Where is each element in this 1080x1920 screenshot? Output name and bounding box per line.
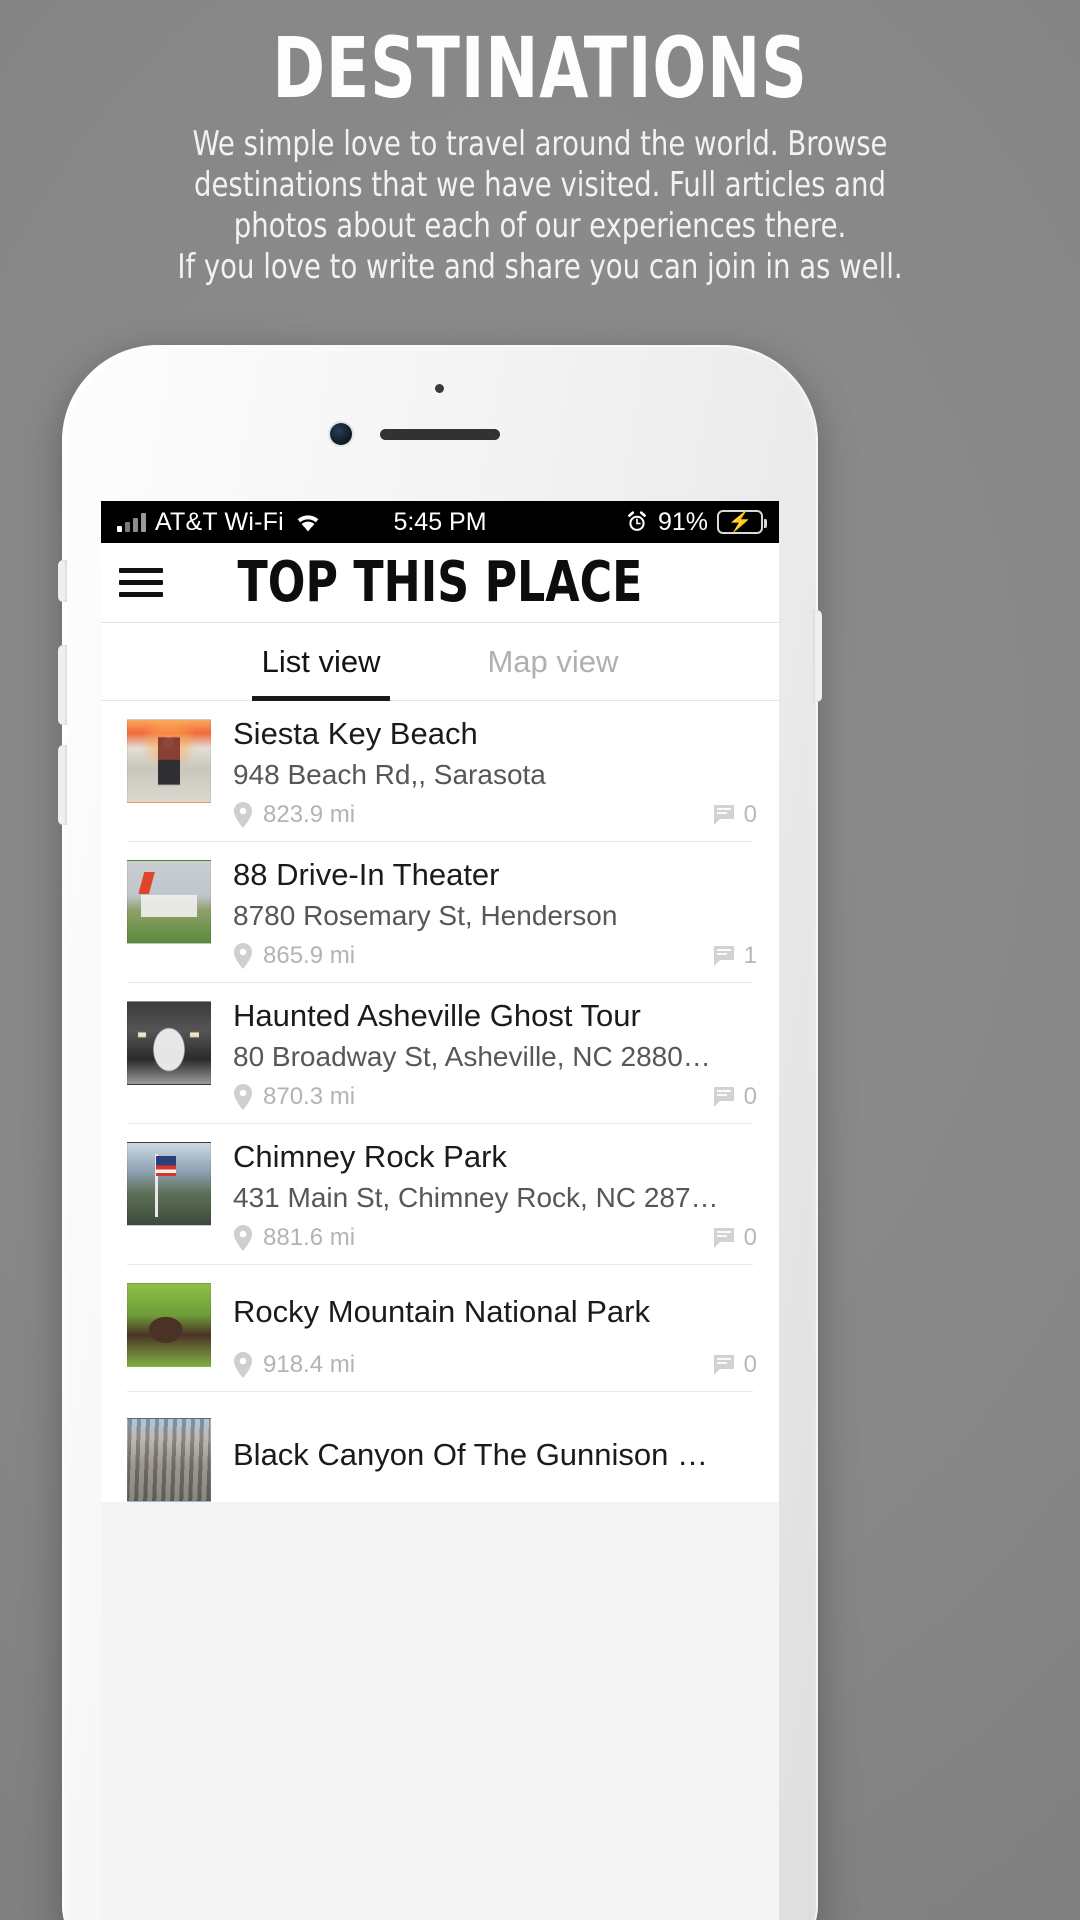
place-name: Siesta Key Beach	[233, 716, 478, 751]
status-bar-right: 91% ⚡	[625, 507, 767, 537]
status-bar: AT&T Wi-Fi 5:45 PM 91% ⚡	[101, 501, 779, 543]
comment-bubble-icon	[712, 1226, 736, 1250]
place-thumbnail	[127, 1142, 211, 1226]
list-item[interactable]: Rocky Mountain National Park 918.4 mi 0	[101, 1265, 779, 1392]
place-distance: 865.9 mi	[233, 942, 355, 970]
description-line: photos about each of our experiences the…	[233, 206, 847, 246]
hamburger-menu-icon[interactable]	[119, 568, 163, 597]
place-comments[interactable]: 0	[712, 1351, 757, 1379]
description-line: If you love to write and share you can j…	[177, 247, 903, 287]
place-thumbnail	[127, 1001, 211, 1085]
place-thumbnail	[127, 860, 211, 944]
page-description: We simple love to travel around the worl…	[54, 124, 1026, 288]
place-address: 80 Broadway St, Asheville, NC 2880…	[233, 1041, 711, 1072]
tab-map-view[interactable]: Map view	[481, 623, 624, 701]
earpiece-speaker	[380, 429, 500, 440]
place-distance: 823.9 mi	[233, 801, 355, 829]
description-line: We simple love to travel around the worl…	[192, 124, 888, 164]
app-title: TOP THIS PLACE	[237, 549, 643, 615]
list-item[interactable]: Black Canyon Of The Gunnison …	[101, 1392, 779, 1502]
place-name: 88 Drive-In Theater	[233, 857, 500, 892]
comment-bubble-icon	[712, 803, 736, 827]
place-distance: 881.6 mi	[233, 1224, 355, 1252]
wifi-icon	[293, 511, 323, 533]
place-name: Haunted Asheville Ghost Tour	[233, 998, 641, 1033]
distance-label: 870.3 mi	[263, 1083, 356, 1110]
place-comments[interactable]: 0	[712, 801, 757, 829]
places-list: Siesta Key Beach 948 Beach Rd,, Sarasota…	[101, 701, 779, 1502]
proximity-sensor-icon	[435, 384, 444, 393]
power-button[interactable]	[813, 610, 822, 702]
phone-screen: AT&T Wi-Fi 5:45 PM 91% ⚡ TOP THIS PLACE …	[101, 501, 779, 1920]
location-pin-icon	[233, 1352, 253, 1378]
place-name: Black Canyon Of The Gunnison …	[233, 1437, 709, 1472]
distance-label: 823.9 mi	[263, 801, 356, 828]
list-item[interactable]: 88 Drive-In Theater 8780 Rosemary St, He…	[101, 842, 779, 983]
alarm-clock-icon	[625, 510, 649, 534]
front-camera-icon	[330, 423, 352, 445]
location-pin-icon	[233, 1225, 253, 1251]
place-comments[interactable]: 0	[712, 1083, 757, 1111]
location-pin-icon	[233, 802, 253, 828]
distance-label: 881.6 mi	[263, 1224, 356, 1251]
volume-down-button[interactable]	[58, 745, 67, 825]
page-header: DESTINATIONS We simple love to travel ar…	[0, 0, 1080, 288]
place-address: 431 Main St, Chimney Rock, NC 287…	[233, 1182, 719, 1213]
place-comments[interactable]: 0	[712, 1224, 757, 1252]
place-comments[interactable]: 1	[712, 942, 757, 970]
signal-bars-icon	[117, 512, 146, 532]
place-thumbnail	[127, 1283, 211, 1367]
distance-label: 865.9 mi	[263, 942, 356, 969]
silent-switch[interactable]	[58, 560, 67, 602]
place-name: Chimney Rock Park	[233, 1139, 507, 1174]
comment-bubble-icon	[712, 1353, 736, 1377]
phone-mockup: AT&T Wi-Fi 5:45 PM 91% ⚡ TOP THIS PLACE …	[58, 345, 822, 1920]
place-address: 948 Beach Rd,, Sarasota	[233, 759, 546, 790]
comment-count: 0	[743, 1351, 757, 1378]
distance-label: 918.4 mi	[263, 1351, 356, 1378]
description-line: destinations that we have visited. Full …	[194, 165, 886, 205]
place-thumbnail	[127, 719, 211, 803]
location-pin-icon	[233, 1084, 253, 1110]
app-bar: TOP THIS PLACE	[101, 543, 779, 623]
comment-count: 0	[743, 1224, 757, 1251]
place-distance: 870.3 mi	[233, 1083, 355, 1111]
tab-list-view[interactable]: List view	[251, 623, 391, 701]
carrier-label: AT&T Wi-Fi	[155, 507, 284, 536]
comment-bubble-icon	[712, 944, 736, 968]
place-address: 8780 Rosemary St, Henderson	[233, 900, 618, 931]
comment-bubble-icon	[712, 1085, 736, 1109]
comment-count: 0	[743, 1083, 757, 1110]
comment-count: 1	[743, 942, 757, 969]
battery-charging-icon: ⚡	[717, 510, 767, 534]
volume-up-button[interactable]	[58, 645, 67, 725]
location-pin-icon	[233, 943, 253, 969]
place-name: Rocky Mountain National Park	[233, 1294, 650, 1329]
page-title: DESTINATIONS	[272, 19, 808, 117]
battery-percent-label: 91%	[657, 507, 708, 536]
list-item[interactable]: Chimney Rock Park 431 Main St, Chimney R…	[101, 1124, 779, 1265]
place-thumbnail	[127, 1418, 211, 1502]
view-tabs: List view Map view	[101, 623, 779, 701]
list-item[interactable]: Haunted Asheville Ghost Tour 80 Broadway…	[101, 983, 779, 1124]
list-item[interactable]: Siesta Key Beach 948 Beach Rd,, Sarasota…	[101, 701, 779, 842]
status-bar-left: AT&T Wi-Fi	[117, 508, 323, 537]
place-distance: 918.4 mi	[233, 1351, 355, 1379]
comment-count: 0	[743, 801, 757, 828]
